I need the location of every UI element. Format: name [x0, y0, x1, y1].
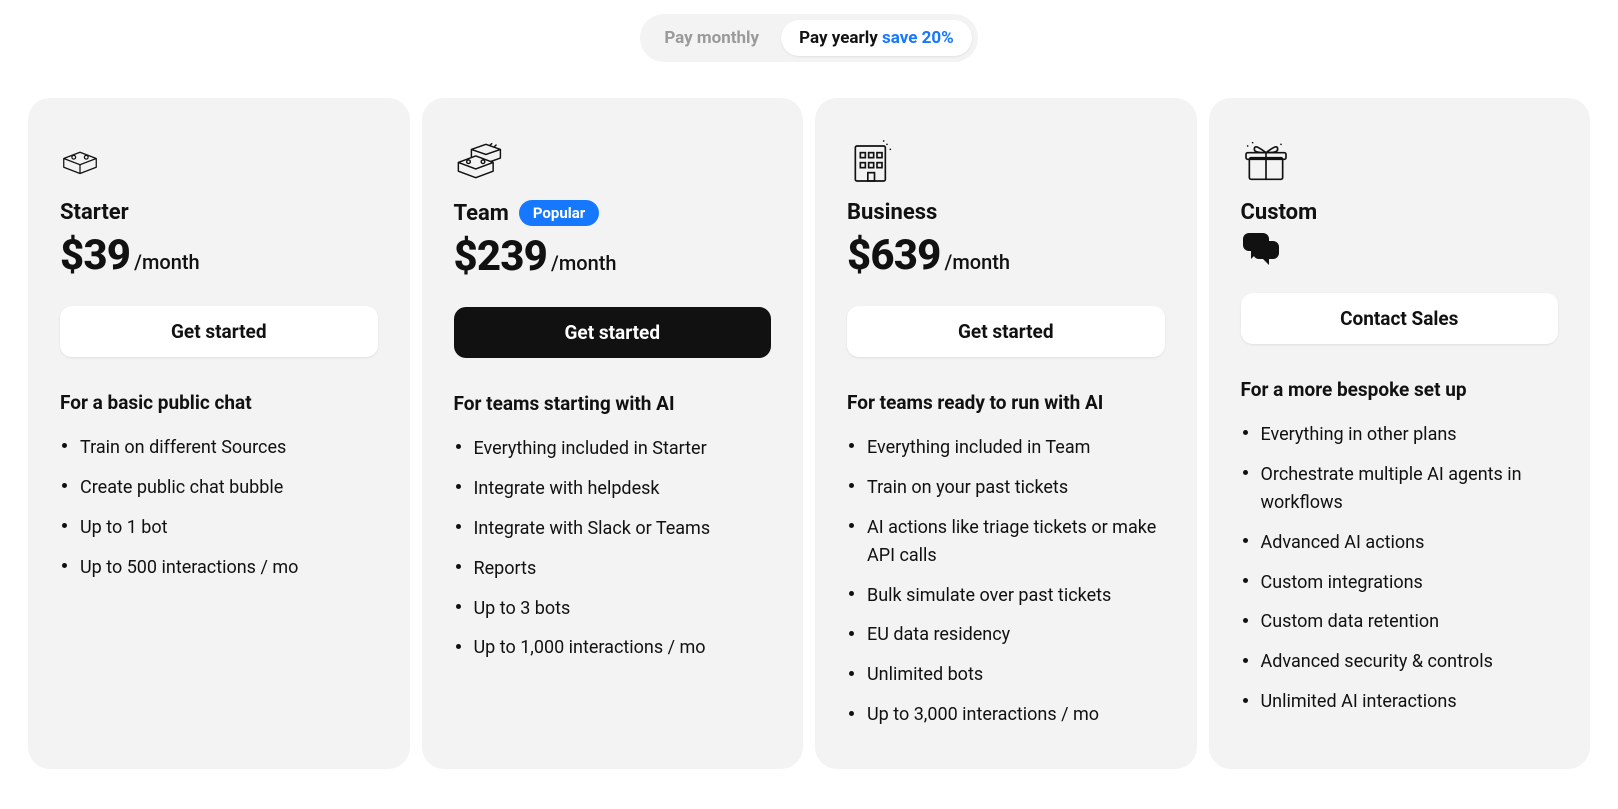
plan-price: $239	[454, 232, 548, 281]
plan-name: Custom	[1241, 200, 1318, 225]
feature-item: EU data residency	[847, 615, 1165, 655]
billing-yearly-label: Pay yearly	[799, 28, 882, 48]
pricing-grid: Starter $39 /month Get started For a bas…	[28, 98, 1590, 769]
feature-item: Everything included in Starter	[454, 429, 772, 469]
custom-cta-button[interactable]: Contact Sales	[1241, 293, 1559, 344]
feature-item: Custom data retention	[1241, 602, 1559, 642]
feature-item: Integrate with Slack or Teams	[454, 509, 772, 549]
plan-name: Business	[847, 200, 937, 225]
plan-price: $39	[60, 231, 130, 280]
feature-item: Advanced security & controls	[1241, 642, 1559, 682]
feature-item: Create public chat bubble	[60, 468, 378, 508]
billing-monthly-label: Pay monthly	[664, 28, 759, 48]
feature-item: Everything in other plans	[1241, 415, 1559, 455]
plan-feature-list: Everything in other plans Orchestrate mu…	[1241, 415, 1559, 722]
plan-subhead: For a more bespoke set up	[1241, 378, 1559, 401]
feature-item: Unlimited bots	[847, 655, 1165, 695]
plan-icon-wrap	[60, 128, 378, 184]
plan-card-custom: Custom Contact Sales For a more bespoke …	[1209, 98, 1591, 769]
billing-yearly-button[interactable]: Pay yearly save 20%	[781, 20, 972, 56]
feature-item: AI actions like triage tickets or make A…	[847, 508, 1165, 576]
plan-name: Team	[454, 201, 509, 226]
cta-label: Get started	[171, 320, 267, 343]
cta-label: Get started	[958, 320, 1054, 343]
plan-icon-wrap	[847, 128, 1165, 184]
plan-subhead: For teams ready to run with AI	[847, 391, 1165, 414]
feature-item: Up to 500 interactions / mo	[60, 548, 378, 588]
team-cta-button[interactable]: Get started	[454, 307, 772, 358]
plan-card-team: Team Popular $239 /month Get started For…	[422, 98, 804, 769]
plan-subhead: For teams starting with AI	[454, 392, 772, 415]
plan-feature-list: Train on different Sources Create public…	[60, 428, 378, 588]
blocks-icon	[454, 138, 512, 184]
plan-period: /month	[945, 250, 1010, 274]
plan-name: Starter	[60, 200, 129, 225]
feature-item: Up to 1,000 interactions / mo	[454, 628, 772, 668]
cta-label: Get started	[564, 321, 660, 344]
block-icon	[60, 138, 100, 184]
feature-item: Reports	[454, 549, 772, 589]
feature-item: Train on different Sources	[60, 428, 378, 468]
popular-badge: Popular	[519, 200, 599, 226]
chat-icon	[1241, 231, 1281, 267]
plan-price: $639	[847, 231, 941, 280]
feature-item: Advanced AI actions	[1241, 523, 1559, 563]
plan-card-business: Business $639 /month Get started For tea…	[815, 98, 1197, 769]
gift-icon	[1241, 138, 1291, 184]
plan-subhead: For a basic public chat	[60, 391, 378, 414]
feature-item: Bulk simulate over past tickets	[847, 576, 1165, 616]
feature-item: Train on your past tickets	[847, 468, 1165, 508]
plan-icon-wrap	[454, 128, 772, 184]
billing-yearly-save: save 20%	[882, 28, 954, 48]
feature-item: Up to 3 bots	[454, 589, 772, 629]
starter-cta-button[interactable]: Get started	[60, 306, 378, 357]
feature-item: Orchestrate multiple AI agents in workfl…	[1241, 455, 1559, 523]
feature-item: Custom integrations	[1241, 563, 1559, 603]
billing-monthly-button[interactable]: Pay monthly	[646, 20, 777, 56]
feature-item: Up to 1 bot	[60, 508, 378, 548]
building-icon	[847, 138, 897, 184]
business-cta-button[interactable]: Get started	[847, 306, 1165, 357]
billing-toggle: Pay monthly Pay yearly save 20%	[640, 14, 977, 62]
cta-label: Contact Sales	[1340, 307, 1458, 330]
feature-item: Everything included in Team	[847, 428, 1165, 468]
feature-item: Unlimited AI interactions	[1241, 682, 1559, 722]
feature-item: Integrate with helpdesk	[454, 469, 772, 509]
plan-icon-wrap	[1241, 128, 1559, 184]
plan-period: /month	[134, 250, 199, 274]
feature-item: Up to 3,000 interactions / mo	[847, 695, 1165, 735]
plan-card-starter: Starter $39 /month Get started For a bas…	[28, 98, 410, 769]
plan-feature-list: Everything included in Starter Integrate…	[454, 429, 772, 668]
plan-feature-list: Everything included in Team Train on you…	[847, 428, 1165, 735]
plan-period: /month	[551, 251, 616, 275]
